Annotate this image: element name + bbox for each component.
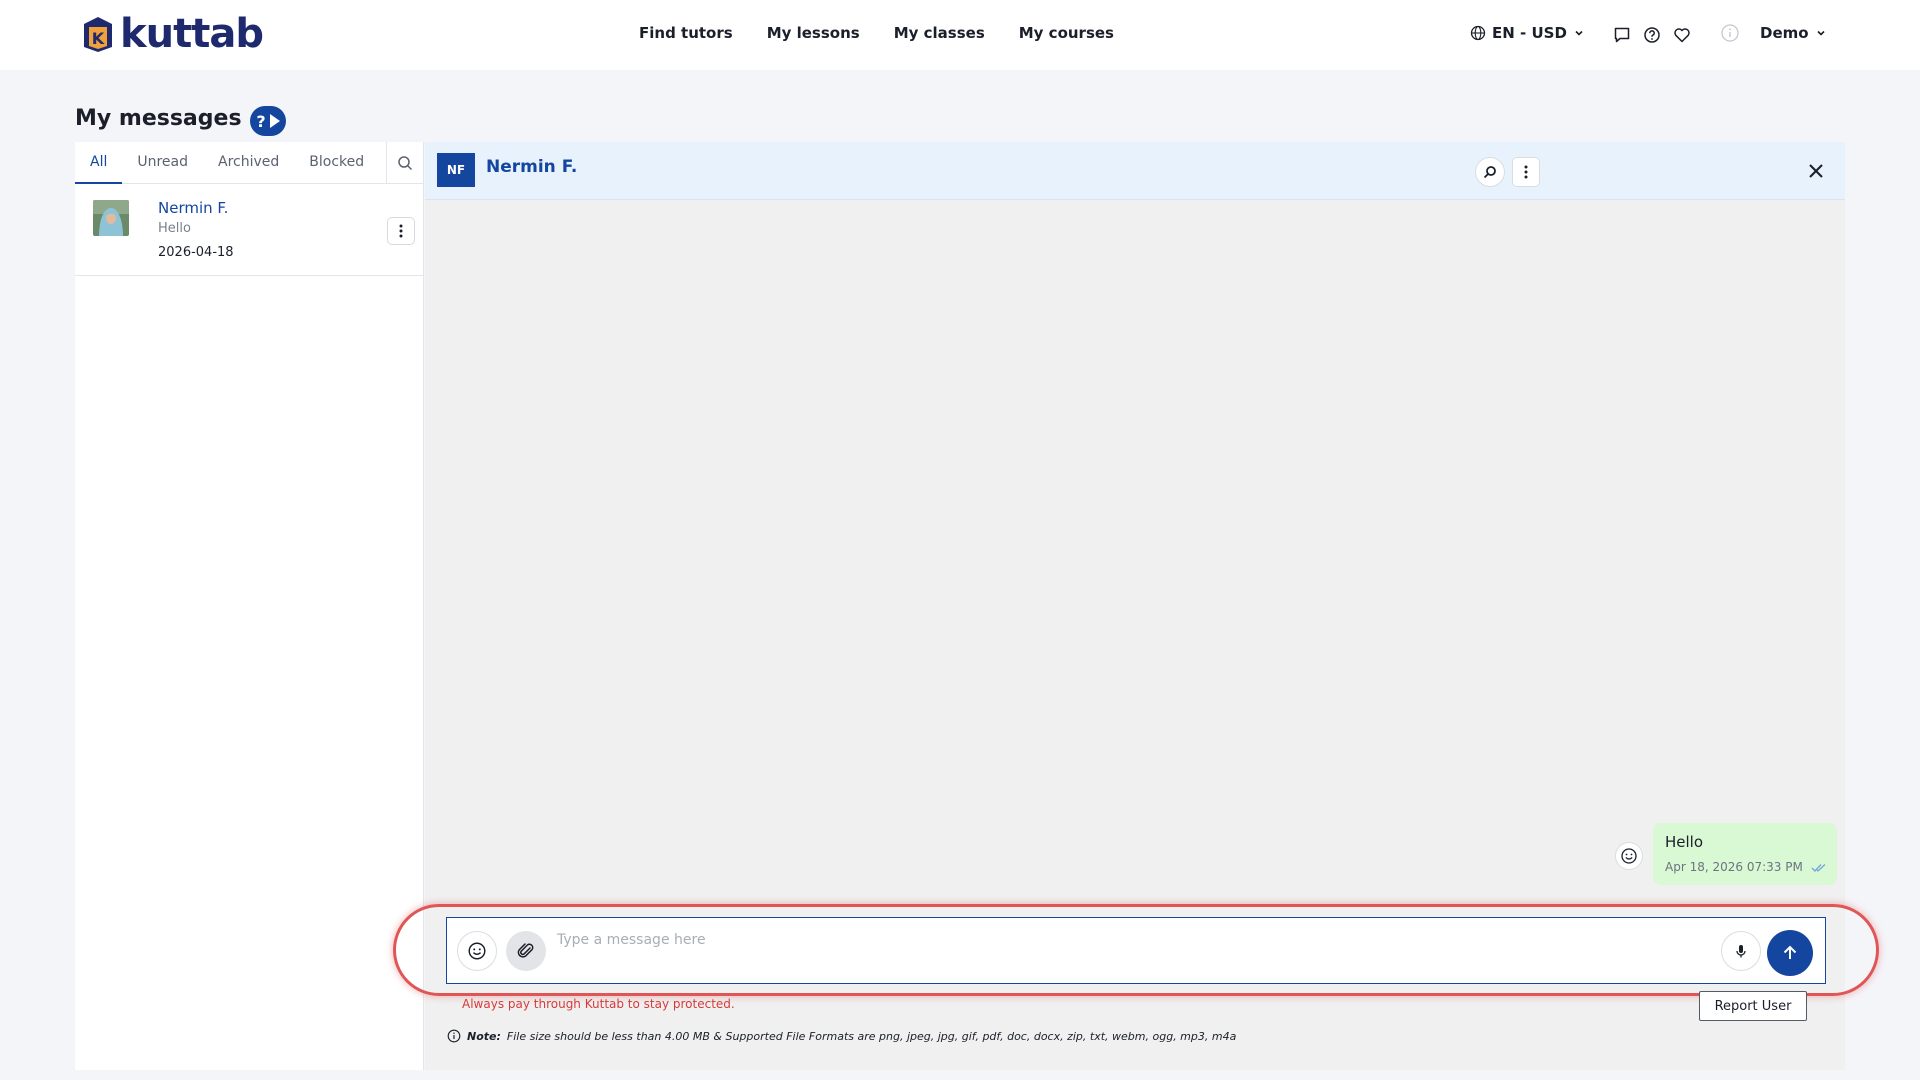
svg-text:?: ?	[256, 112, 265, 131]
smiley-icon	[468, 942, 486, 960]
search-messages-button[interactable]	[1475, 157, 1505, 187]
nav-my-lessons[interactable]: My lessons	[767, 24, 860, 42]
payment-warning: Always pay through Kuttab to stay protec…	[462, 997, 735, 1011]
page-title: My messages	[75, 106, 242, 131]
logo-mark-icon: K	[78, 14, 118, 54]
message-text: Hello	[1665, 833, 1704, 851]
microphone-icon	[1736, 945, 1746, 958]
conversation-menu-button[interactable]	[387, 217, 415, 245]
kebab-menu-icon	[1524, 165, 1528, 179]
tab-archived[interactable]: Archived	[203, 142, 294, 184]
conversation-item[interactable]: Nermin F. Hello 2026-04-18	[75, 184, 423, 276]
message-timestamp: Apr 18, 2026 07:33 PM	[1665, 860, 1827, 874]
chat-header: NF Nermin F.	[425, 142, 1845, 200]
brand-name: kuttab	[120, 11, 264, 57]
search-conversations-button[interactable]	[386, 142, 423, 184]
info-icon[interactable]	[1720, 23, 1740, 43]
nav-my-classes[interactable]: My classes	[894, 24, 985, 42]
help-video-button[interactable]: ?	[250, 106, 286, 136]
note-text: File size should be less than 4.00 MB & …	[506, 1029, 1237, 1043]
chevron-down-icon	[1575, 30, 1583, 36]
close-icon	[1809, 164, 1823, 178]
message-input[interactable]	[557, 930, 1717, 950]
contact-initials-badge: NF	[437, 153, 475, 187]
nav-find-tutors[interactable]: Find tutors	[639, 24, 733, 42]
heart-icon[interactable]	[1672, 25, 1692, 45]
kebab-menu-icon	[399, 224, 403, 238]
report-user-button[interactable]: Report User	[1699, 991, 1807, 1021]
top-header: K kuttab Find tutors My lessons My class…	[0, 0, 1920, 70]
read-checkmark-icon	[1811, 863, 1826, 872]
message-composer	[446, 917, 1826, 984]
help-icon[interactable]	[1642, 25, 1662, 45]
conversation-date: 2026-04-18	[158, 245, 234, 260]
message-bubble-outgoing[interactable]: Hello Apr 18, 2026 07:33 PM	[1653, 823, 1837, 885]
nav-my-courses[interactable]: My courses	[1019, 24, 1114, 42]
search-icon	[1483, 166, 1496, 179]
globe-icon	[1470, 25, 1486, 41]
voice-record-button[interactable]	[1721, 931, 1761, 971]
locale-label: EN - USD	[1492, 24, 1567, 42]
attach-file-button[interactable]	[506, 931, 546, 971]
tab-blocked[interactable]: Blocked	[294, 142, 379, 184]
chat-contact-name[interactable]: Nermin F.	[486, 157, 577, 177]
chat-options-button[interactable]	[1512, 157, 1540, 187]
tab-all[interactable]: All	[75, 142, 123, 184]
search-icon	[398, 156, 413, 171]
user-name: Demo	[1760, 24, 1809, 42]
svg-text:K: K	[92, 29, 105, 48]
tab-unread[interactable]: Unread	[122, 142, 203, 184]
close-chat-button[interactable]	[1805, 160, 1827, 182]
note-label: Note:	[467, 1029, 501, 1043]
conversation-name: Nermin F.	[158, 199, 229, 217]
locale-selector[interactable]: EN - USD	[1470, 24, 1585, 42]
chevron-down-icon	[1816, 30, 1825, 36]
send-message-button[interactable]	[1767, 930, 1813, 976]
paperclip-icon	[517, 943, 534, 958]
main-nav: Find tutors My lessons My classes My cou…	[639, 24, 1114, 42]
emoji-picker-button[interactable]	[457, 931, 497, 971]
user-menu[interactable]: Demo	[1760, 24, 1827, 42]
chat-panel: NF Nermin F. Hello Apr 18, 2026 07:33 PM	[393, 142, 1879, 1070]
conversation-preview: Hello	[158, 221, 191, 236]
messages-icon[interactable]	[1612, 25, 1632, 45]
avatar	[93, 200, 129, 236]
arrow-up-icon	[1783, 945, 1797, 959]
file-note: Note: File size should be less than 4.00…	[447, 1029, 1236, 1043]
message-filter-tabs: All Unread Archived Blocked	[75, 142, 423, 184]
conversation-list-panel: All Unread Archived Blocked Nermin F. He…	[75, 142, 424, 1070]
kuttab-logo[interactable]: K kuttab	[78, 11, 264, 57]
help-play-icon: ?	[256, 112, 280, 131]
smiley-icon	[1621, 848, 1637, 864]
react-emoji-button[interactable]	[1615, 842, 1643, 870]
info-circle-icon	[447, 1029, 461, 1043]
